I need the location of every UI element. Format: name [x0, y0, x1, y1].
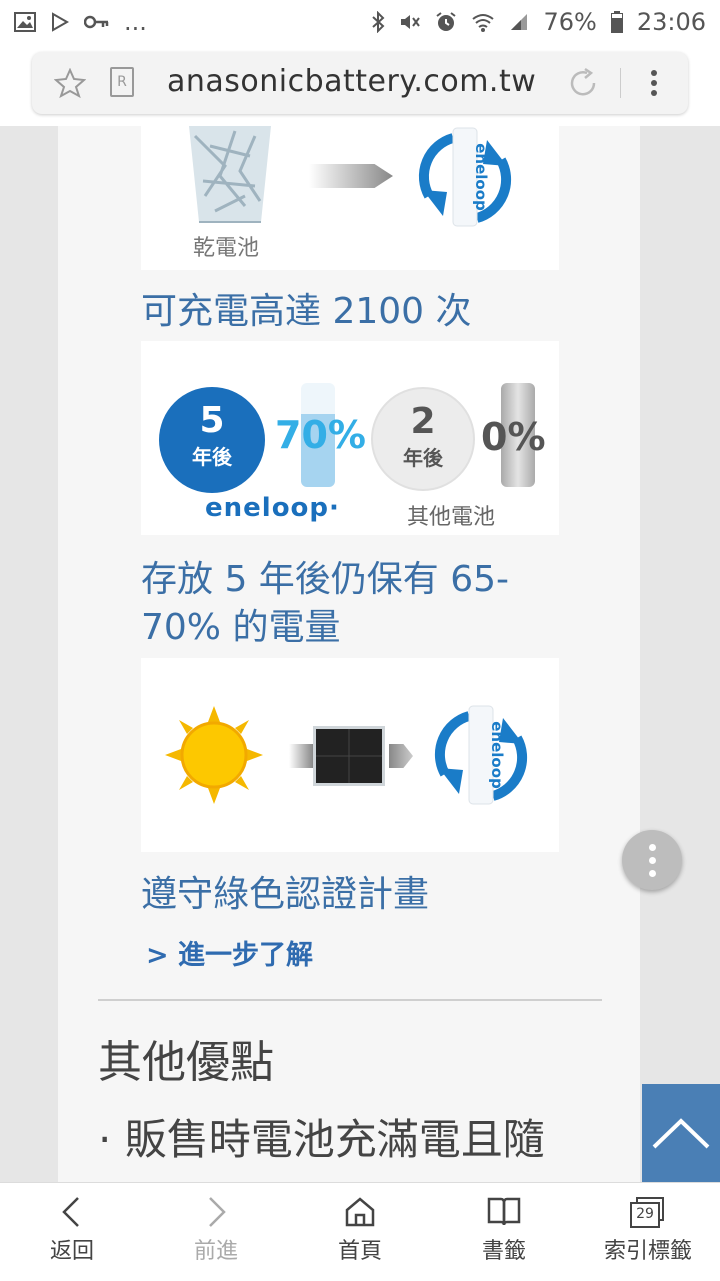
- star-bookmark-icon[interactable]: [54, 68, 86, 98]
- trash-can-icon: [189, 126, 271, 223]
- floating-menu-button[interactable]: [622, 830, 682, 890]
- book-icon: [487, 1197, 521, 1226]
- fab-dot: [648, 856, 656, 864]
- nav-bookmarks-label: 書籤: [481, 1239, 526, 1264]
- nav-forward-label: 前進: [193, 1239, 238, 1264]
- other-years-circle: 2 年後: [371, 387, 475, 491]
- nav-forward-button[interactable]: 前進: [144, 1183, 288, 1281]
- nav-home-button[interactable]: 首頁: [288, 1183, 432, 1281]
- clock: 23:06: [636, 8, 706, 36]
- caption-green-certification: 遵守綠色認證計畫: [141, 874, 430, 915]
- battery-icon: [610, 11, 623, 33]
- solar-charge-image: eneloop: [141, 658, 559, 852]
- eneloop-battery-text: eneloop: [471, 143, 490, 211]
- tabs-count: 29: [630, 1202, 660, 1228]
- tabs-icon: 29: [630, 1195, 666, 1229]
- home-icon: [345, 1197, 375, 1227]
- eneloop-recycle-icon: [418, 127, 512, 227]
- eneloop-years-number: 5: [199, 400, 225, 441]
- self-discharge-comparison-image: 5 年後 70% 2 年後 0% eneloop· 其他電池: [141, 341, 559, 535]
- arrow-right-graphic: [309, 164, 393, 188]
- chevron-left-icon: [62, 1197, 79, 1227]
- other-years-after: 年後: [403, 446, 443, 470]
- other-percent: 0%: [481, 415, 546, 459]
- nav-back-button[interactable]: 返回: [0, 1183, 144, 1281]
- dry-battery-label: 乾電池: [193, 236, 260, 261]
- eneloop-logo-word: eneloop: [205, 493, 330, 523]
- url-text[interactable]: anasonicbattery.com.tw: [167, 64, 536, 99]
- nav-back-label: 返回: [49, 1239, 94, 1264]
- caption-recharge-count: 可充電高達 2100 次: [141, 291, 472, 332]
- eneloop-logo-text: eneloop·: [205, 493, 340, 523]
- status-right: 76% 23:06: [371, 8, 706, 36]
- more-vert-icon: [651, 70, 657, 96]
- solar-panel-graphic: [313, 726, 385, 786]
- fab-dot: [648, 869, 656, 877]
- web-content[interactable]: 乾電池 eneloop 可充電高達 2100 次 5 年後 70% 2 年後 0…: [0, 126, 720, 1182]
- mute-icon: [401, 15, 421, 29]
- arrow-left-graphic: [289, 744, 313, 768]
- bluetooth-icon: [372, 11, 385, 33]
- section-title-other-advantages: 其他優點: [98, 1037, 274, 1088]
- signal-icon: [511, 14, 528, 30]
- browser-toolbar: R anasonicbattery.com.tw: [0, 44, 720, 127]
- wifi-icon: [472, 14, 495, 32]
- caption-charge-retention: 存放 5 年後仍保有 65-70% 的電量: [141, 559, 510, 648]
- advantage-bullet: · 販售時電池充滿電且隨: [98, 1115, 545, 1164]
- eneloop-percent: 70%: [275, 413, 366, 457]
- nav-bookmarks-button[interactable]: 書籤: [432, 1183, 576, 1281]
- eneloop-years-circle: 5 年後: [159, 387, 265, 493]
- other-years-number: 2: [410, 401, 436, 442]
- other-battery-label: 其他電池: [407, 505, 496, 530]
- status-bar: ... 76% 23:06: [0, 0, 720, 44]
- urlbar-divider: [620, 68, 621, 98]
- scroll-to-top-button[interactable]: [642, 1084, 720, 1182]
- chevron-up-icon: [652, 1118, 710, 1149]
- key-icon: [84, 15, 109, 29]
- section-divider: [98, 999, 602, 1001]
- chevron-right-icon: [209, 1197, 226, 1227]
- browser-menu-button[interactable]: [644, 68, 664, 98]
- reload-icon[interactable]: [566, 66, 600, 100]
- image-notification-icon: [14, 12, 36, 32]
- arrow-right-graphic-2: [389, 744, 413, 768]
- address-bar[interactable]: R anasonicbattery.com.tw: [32, 52, 688, 114]
- nav-home-label: 首頁: [337, 1239, 382, 1264]
- reader-mode-icon[interactable]: R: [110, 67, 134, 97]
- nav-tabs-button[interactable]: 29 索引標籤: [576, 1183, 720, 1281]
- alarm-icon: [436, 12, 457, 31]
- status-left: ...: [14, 8, 147, 36]
- eneloop-battery-text-2: eneloop: [487, 721, 506, 789]
- learn-more-link[interactable]: > 進一步了解: [146, 933, 313, 972]
- play-store-icon: [52, 12, 70, 32]
- nav-tabs-label: 索引標籤: [603, 1239, 692, 1264]
- fab-dot: [648, 843, 656, 851]
- eneloop-logo-mark: ·: [329, 493, 340, 523]
- dry-battery-to-eneloop-image: 乾電池 eneloop: [141, 126, 559, 270]
- eneloop-years-after: 年後: [192, 445, 232, 469]
- eneloop-recycle-icon-2: [434, 705, 528, 805]
- bottom-navigation: 返回 前進 首頁 書籤 29 索引標籤: [0, 1182, 720, 1281]
- sun-icon: [165, 706, 263, 804]
- page-body: 乾電池 eneloop 可充電高達 2100 次 5 年後 70% 2 年後 0…: [58, 126, 640, 1182]
- more-notifications: ...: [124, 8, 147, 36]
- battery-percent: 76%: [543, 8, 597, 36]
